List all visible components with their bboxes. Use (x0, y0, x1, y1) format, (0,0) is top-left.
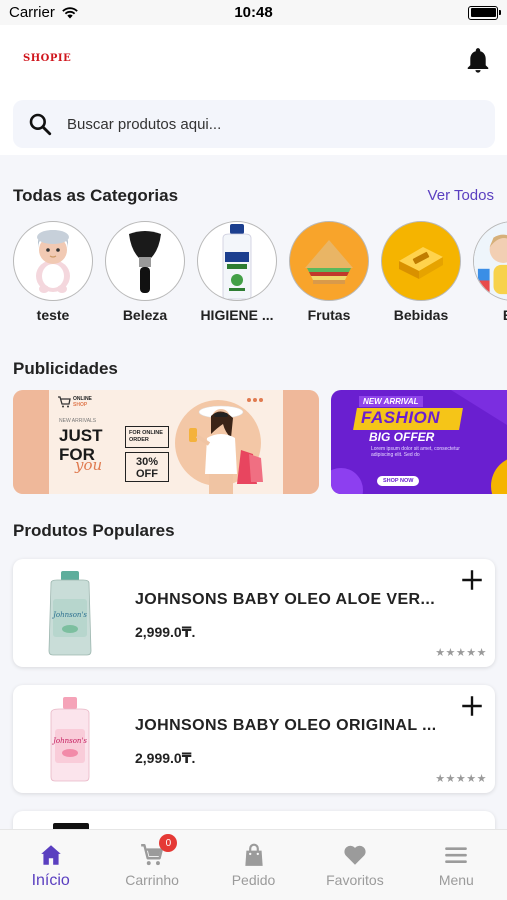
banner2-shop-now-button[interactable]: SHOP NOW (377, 476, 420, 486)
product-card[interactable]: Johnson's JOHNSONS BABY OLEO ORIGINAL ..… (13, 685, 495, 793)
banner1-kicker: NEW ARRIVALS (59, 418, 97, 424)
battery-icon (468, 5, 501, 20)
makeup-brush-image (105, 221, 185, 301)
tab-menu[interactable]: Menu (406, 830, 507, 900)
ad-carousel[interactable]: ONLINE SHOP NEW ARRIVALS JUST FOR you FO… (13, 390, 507, 495)
category-label: teste (36, 307, 70, 321)
banner1-headline1: JUST (59, 426, 103, 445)
app-logo[interactable]: SHOPIE (23, 53, 71, 64)
banner1-order-text: FOR ONLINE ORDER (125, 426, 169, 448)
search-bar[interactable]: Buscar produtos aqui... (13, 100, 495, 148)
doll-image (13, 221, 93, 301)
product-price: 2,999.0₸. (135, 624, 196, 640)
banner1-brand-sub: SHOP (73, 402, 88, 408)
category-label: Frutas (307, 307, 351, 321)
banner1-script: you (75, 456, 103, 474)
menu-icon (445, 847, 468, 864)
product-image-aloe-oil: Johnson's (48, 571, 92, 656)
category-list: teste Beleza HIGIENE ... Frutas Bebidas (13, 221, 507, 321)
ad-banner-just-for-you[interactable]: ONLINE SHOP NEW ARRIVALS JUST FOR you FO… (13, 390, 319, 494)
cart-logo-icon (58, 396, 71, 408)
svg-text:Johnson's: Johnson's (51, 737, 87, 745)
category-item[interactable]: teste (13, 221, 93, 321)
app-header: SHOPIE Buscar produtos aqui... (0, 25, 507, 155)
product-name: JOHNSONS BABY OLEO ORIGINAL ... (135, 717, 435, 734)
search-icon (29, 113, 52, 136)
category-item[interactable]: Beleza (105, 221, 185, 321)
add-to-cart-plus-icon[interactable] (459, 693, 485, 719)
category-item[interactable]: Frutas (289, 221, 369, 321)
tab-label: Pedido (231, 872, 276, 888)
tab-pedido[interactable]: Pedido (203, 830, 304, 900)
tab-favoritos[interactable]: Favoritos (304, 830, 405, 900)
search-input[interactable]: Buscar produtos aqui... (67, 116, 221, 133)
tab-label: Menu (438, 872, 474, 888)
bottom-tab-bar: Início 0 Carrinho Pedido Favoritos Menu (0, 829, 507, 900)
banner2-subheadline: BIG OFFER (369, 430, 435, 444)
see-all-link[interactable]: Ver Todos (428, 187, 494, 204)
sandwich-image (289, 221, 369, 301)
tab-label: Favoritos (326, 872, 384, 888)
product-card[interactable]: Johnson's JOHNSONS BABY OLEO ALOE VER...… (13, 559, 495, 667)
drink-image (381, 221, 461, 301)
banner2-body: Lorem ipsum dolor sit amet, consectetur … (371, 446, 460, 458)
product-rating: ★★★★★ (435, 647, 487, 659)
banner2-headline: FASHION (361, 408, 441, 427)
carrier-label: Carrier (9, 4, 55, 21)
product-name: JOHNSONS BABY OLEO ALOE VER... (135, 591, 435, 608)
category-item[interactable]: BA (473, 221, 507, 321)
category-label: BA (473, 307, 507, 321)
ads-title: Publicidades (13, 359, 118, 378)
tab-label: Início (31, 872, 70, 889)
status-bar: Carrier 10:48 (0, 0, 507, 25)
tab-label: Carrinho (125, 872, 179, 888)
product-price: 2,999.0₸. (135, 750, 196, 766)
category-label: Beleza (122, 307, 168, 321)
popular-title: Produtos Populares (13, 521, 175, 540)
ad-banner-fashion[interactable]: NEW ARRIVAL FASHION BIG OFFER Lorem ipsu… (331, 390, 507, 494)
category-item[interactable]: HIGIENE ... (197, 221, 277, 321)
add-to-cart-plus-icon[interactable] (459, 567, 485, 593)
shampoo-bottle-image (197, 221, 277, 301)
categories-title: Todas as Categorias (13, 186, 179, 205)
product-image-original-oil: Johnson's (50, 697, 90, 782)
bell-icon[interactable] (464, 47, 492, 75)
model-woman-image (189, 405, 263, 494)
category-label: Bebidas (393, 307, 449, 321)
wifi-icon (62, 7, 78, 19)
heart-icon (344, 845, 366, 865)
bag-icon (244, 843, 263, 866)
cart-count-badge: 0 (159, 834, 178, 852)
product-rating: ★★★★★ (435, 773, 487, 785)
banner1-discount: 30% OFF (125, 452, 169, 482)
home-icon (40, 845, 61, 865)
category-item[interactable]: Bebidas (381, 221, 461, 321)
tab-carrinho[interactable]: 0 Carrinho (101, 830, 202, 900)
banner2-kicker: NEW ARRIVAL (359, 396, 423, 407)
category-label: HIGIENE ... (200, 307, 274, 321)
tab-inicio[interactable]: Início (0, 830, 101, 900)
svg-text:Johnson's: Johnson's (51, 611, 87, 619)
baby-image (473, 221, 507, 301)
